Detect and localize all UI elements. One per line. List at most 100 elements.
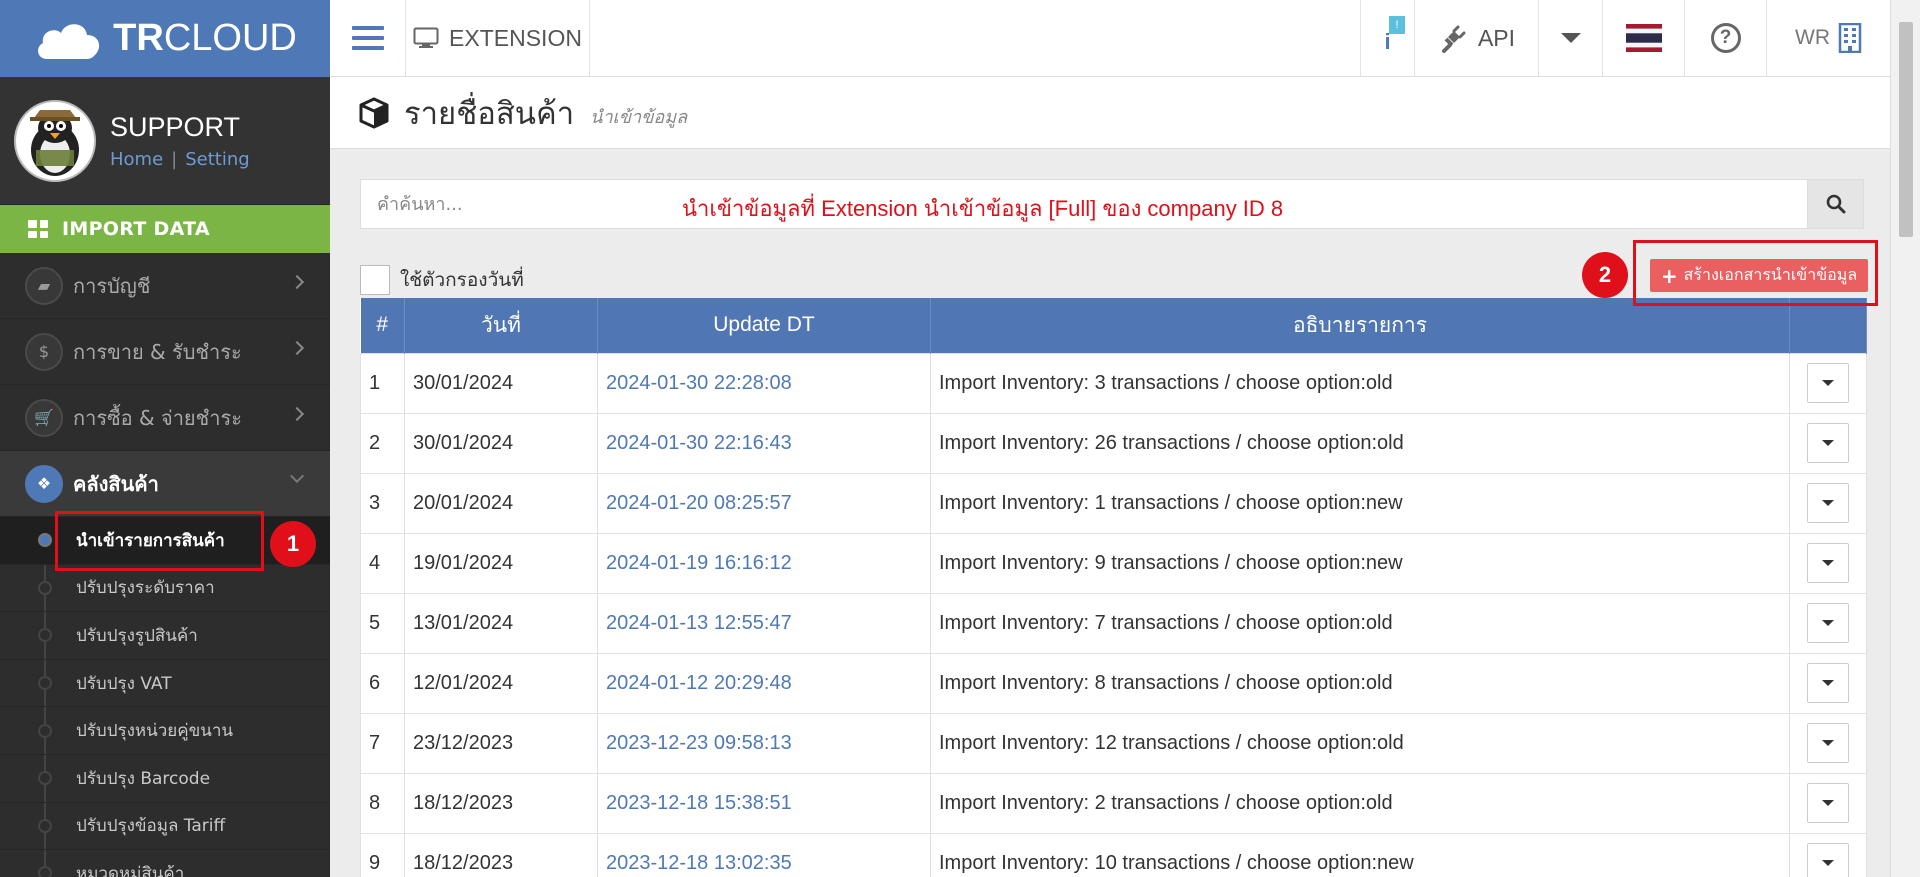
- penguin-avatar-icon: [30, 109, 80, 176]
- row-actions: [1789, 712, 1867, 774]
- row-action-dropdown[interactable]: [1807, 363, 1849, 403]
- user-menu[interactable]: WR: [1766, 0, 1890, 76]
- row-update-dt[interactable]: 2024-01-20 08:25:57: [597, 472, 931, 534]
- step-badge-1: 1: [270, 521, 316, 567]
- page-title: รายชื่อสินค้า: [404, 95, 575, 132]
- table-row: 2 30/01/2024 2024-01-30 22:16:43 Import Inv…: [360, 412, 1867, 474]
- page-scrollbar[interactable]: [1890, 0, 1920, 877]
- row-update-dt[interactable]: 2024-01-13 12:55:47: [597, 592, 931, 654]
- step-badge-2: 2: [1582, 252, 1628, 298]
- submenu-barcode[interactable]: ปรับปรุง Barcode: [0, 755, 330, 803]
- row-action-dropdown[interactable]: [1807, 783, 1849, 823]
- info-button[interactable]: i !: [1360, 0, 1414, 76]
- home-link[interactable]: Home: [110, 149, 163, 170]
- thai-flag-icon: [1625, 24, 1662, 52]
- hamburger-menu-icon[interactable]: [330, 0, 406, 76]
- row-update-dt[interactable]: 2023-12-18 15:38:51: [597, 772, 931, 834]
- row-date: 18/12/2023: [404, 832, 598, 877]
- sidebar-item-label: การซื้อ & จ่ายชำระ: [73, 405, 242, 430]
- cubes-icon: ❖: [25, 464, 63, 503]
- search-bar: [360, 179, 1864, 229]
- row-number: 4: [360, 532, 405, 594]
- top-bar: EXTENSION i ! API ? WR: [330, 0, 1890, 77]
- sidebar-item-label: คลังสินค้า: [73, 471, 159, 496]
- row-number: 2: [360, 412, 405, 474]
- row-action-dropdown[interactable]: [1807, 543, 1849, 583]
- brand-name: TRCLOUD: [113, 17, 297, 59]
- row-date: 30/01/2024: [404, 352, 598, 414]
- bullet-icon: [38, 771, 52, 786]
- bullet-icon: [38, 580, 52, 595]
- row-action-dropdown[interactable]: [1807, 723, 1849, 763]
- row-update-dt[interactable]: 2023-12-18 13:02:35: [597, 832, 931, 877]
- table-row: 1 30/01/2024 2024-01-30 22:28:08 Import Inv…: [360, 352, 1867, 414]
- row-date: 30/01/2024: [404, 412, 598, 474]
- api-button[interactable]: API: [1414, 0, 1538, 76]
- question-icon: ?: [1710, 23, 1741, 53]
- bullet-icon: [38, 866, 52, 877]
- row-update-dt[interactable]: 2024-01-19 16:16:12: [597, 532, 931, 594]
- row-update-dt[interactable]: 2024-01-12 20:29:48: [597, 652, 931, 714]
- avatar[interactable]: [14, 99, 96, 182]
- import-data-label: IMPORT DATA: [62, 218, 210, 240]
- table-row: 7 23/12/2023 2023-12-23 09:58:13 Import Inv…: [360, 712, 1867, 774]
- row-action-dropdown[interactable]: [1807, 843, 1849, 877]
- search-input[interactable]: [361, 180, 1807, 228]
- caret-down-icon: [1822, 380, 1834, 386]
- scrollbar-thumb[interactable]: [1899, 22, 1913, 237]
- main-content: นำเข้าข้อมูลที่ Extension นำเข้าข้อมูล […: [330, 149, 1890, 877]
- sidebar-item-sales[interactable]: $ การขาย & รับชำระ: [0, 319, 330, 385]
- table-row: 9 18/12/2023 2023-12-18 13:02:35 Import Inv…: [360, 832, 1867, 877]
- submenu-product-image[interactable]: ปรับปรุงรูปสินค้า: [0, 612, 330, 660]
- link-separator: |: [171, 148, 178, 170]
- submenu-label: หมวดหมู่สินค้า: [76, 863, 185, 877]
- submenu-tariff[interactable]: ปรับปรุงข้อมูล Tariff: [0, 803, 330, 851]
- row-date: 19/01/2024: [404, 532, 598, 594]
- bullet-icon: [38, 818, 52, 833]
- extension-tab[interactable]: EXTENSION: [406, 0, 590, 76]
- row-description: Import Inventory: 12 transactions / choo…: [930, 712, 1790, 774]
- row-actions: [1789, 412, 1867, 474]
- row-number: 1: [360, 352, 405, 414]
- caret-down-icon: [1822, 500, 1834, 506]
- row-action-dropdown[interactable]: [1807, 483, 1849, 523]
- date-filter-checkbox[interactable]: [360, 265, 390, 295]
- submenu-parallel-unit[interactable]: ปรับปรุงหน่วยคู่ขนาน: [0, 707, 330, 755]
- caret-down-icon: [1822, 560, 1834, 566]
- help-button[interactable]: ?: [1684, 0, 1766, 76]
- row-date: 23/12/2023: [404, 712, 598, 774]
- row-update-dt[interactable]: 2024-01-30 22:28:08: [597, 352, 931, 414]
- import-data-header[interactable]: IMPORT DATA: [0, 205, 330, 253]
- submenu-price-level[interactable]: ปรับปรุงระดับราคา: [0, 565, 330, 613]
- submenu-label: ปรับปรุงระดับราคา: [76, 578, 215, 599]
- row-description: Import Inventory: 1 transactions / choos…: [930, 472, 1790, 534]
- row-action-dropdown[interactable]: [1807, 603, 1849, 643]
- sidebar-item-inventory[interactable]: ❖ คลังสินค้า: [0, 451, 330, 517]
- submenu-product-category[interactable]: หมวดหมู่สินค้า: [0, 850, 330, 877]
- api-label: API: [1477, 24, 1516, 51]
- row-number: 6: [360, 652, 405, 714]
- cart-icon: 🛒: [25, 398, 63, 437]
- row-action-dropdown[interactable]: [1807, 423, 1849, 463]
- sidebar-item-accounting[interactable]: ▰ การบัญชี: [0, 253, 330, 319]
- language-selector[interactable]: [1602, 0, 1684, 76]
- search-button[interactable]: [1807, 180, 1863, 228]
- row-update-dt[interactable]: 2024-01-30 22:16:43: [597, 412, 931, 474]
- api-dropdown[interactable]: [1538, 0, 1602, 76]
- logo[interactable]: TRCLOUD: [0, 0, 330, 77]
- row-update-dt[interactable]: 2023-12-23 09:58:13: [597, 712, 931, 774]
- caret-down-icon: [1822, 680, 1834, 686]
- page-subtitle: นำเข้าข้อมูล: [590, 107, 688, 128]
- sidebar-item-purchase[interactable]: 🛒 การซื้อ & จ่ายชำระ: [0, 385, 330, 451]
- caret-down-icon: [1560, 33, 1581, 43]
- cloud-icon: [38, 23, 100, 59]
- row-number: 5: [360, 592, 405, 654]
- extension-label: EXTENSION: [449, 24, 582, 51]
- submenu-label: ปรับปรุงรูปสินค้า: [76, 625, 198, 646]
- date-filter[interactable]: ใช้ตัวกรองวันที่: [360, 265, 524, 295]
- row-action-dropdown[interactable]: [1807, 663, 1849, 703]
- submenu-vat[interactable]: ปรับปรุง VAT: [0, 660, 330, 708]
- row-description: Import Inventory: 9 transactions / choos…: [930, 532, 1790, 594]
- setting-link[interactable]: Setting: [185, 149, 249, 170]
- table-row: 6 12/01/2024 2024-01-12 20:29:48 Import Inv…: [360, 652, 1867, 714]
